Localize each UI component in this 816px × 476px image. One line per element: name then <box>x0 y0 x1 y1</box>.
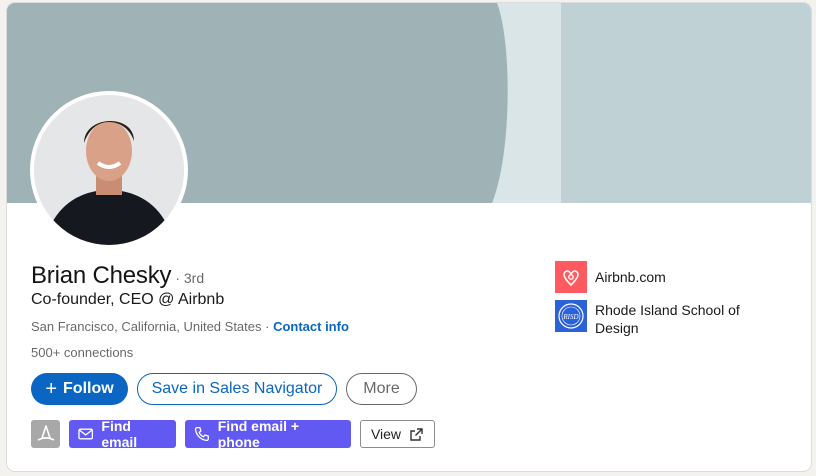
plus-icon: + <box>45 378 58 400</box>
view-button[interactable]: View <box>360 420 435 448</box>
wizard-hat-icon[interactable] <box>31 420 60 448</box>
more-button[interactable]: More <box>346 373 417 405</box>
profile-card: Brian Chesky · 3rd Co-founder, CEO @ Air… <box>6 2 812 472</box>
school-name: Rhode Island School of Design <box>595 302 740 336</box>
location-row: San Francisco, California, United States… <box>31 319 349 334</box>
extension-toolbar: Find email Find email + phone View <box>31 418 435 450</box>
view-label: View <box>370 426 402 442</box>
separator-dot: · <box>261 319 274 334</box>
profile-photo[interactable] <box>30 91 188 249</box>
connections-count[interactable]: 500+ connections <box>31 345 133 360</box>
find-email-phone-label: Find email + phone <box>217 418 300 450</box>
envelope-icon <box>78 428 94 440</box>
risd-logo-icon: RISD <box>555 300 587 332</box>
find-email-phone-button[interactable]: Find email + phone <box>185 418 351 450</box>
find-email-button[interactable]: Find email <box>69 418 176 450</box>
name-row: Brian Chesky · 3rd <box>31 262 204 290</box>
company-name: Airbnb.com <box>595 269 666 285</box>
follow-button[interactable]: + Follow <box>31 373 128 405</box>
company-link[interactable]: Airbnb.com <box>555 261 775 293</box>
profile-sidebar: Airbnb.com RISD Rhode Island School of D… <box>555 261 775 344</box>
save-sales-navigator-button[interactable]: Save in Sales Navigator <box>137 373 337 405</box>
profile-actions: + Follow Save in Sales Navigator More <box>31 373 417 405</box>
connection-degree: · 3rd <box>175 270 205 286</box>
education-link[interactable]: RISD Rhode Island School of Design <box>555 300 775 337</box>
find-email-label: Find email <box>101 418 138 450</box>
profile-location: San Francisco, California, United States <box>31 319 262 334</box>
external-link-icon <box>410 427 423 441</box>
risd-logo-text: RISD <box>562 313 578 321</box>
follow-label: Follow <box>63 380 114 397</box>
airbnb-logo-icon <box>555 261 587 293</box>
profile-name: Brian Chesky <box>31 262 172 289</box>
profile-headline: Co-founder, CEO @ Airbnb <box>31 291 225 308</box>
contact-info-link[interactable]: Contact info <box>273 319 349 334</box>
phone-icon <box>194 426 209 442</box>
